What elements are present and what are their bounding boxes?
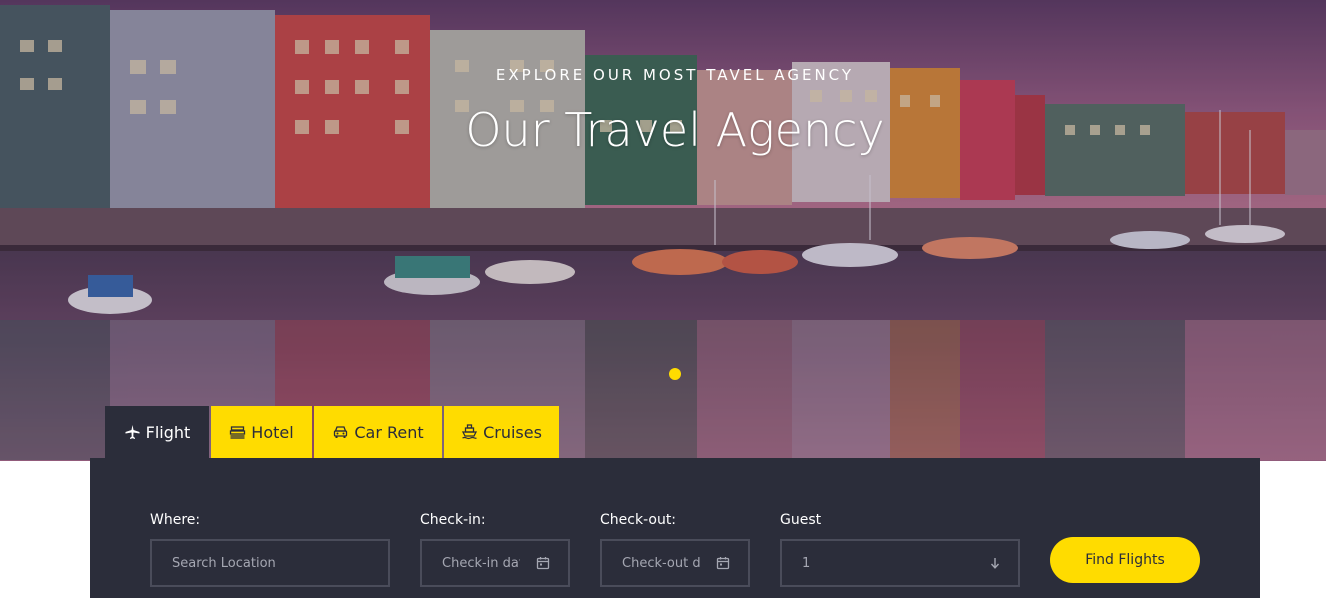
tab-car-rent-label: Car Rent — [354, 422, 424, 442]
guest-label: Guest — [780, 512, 822, 528]
tab-hotel[interactable]: Hotel — [211, 406, 312, 458]
arrow-down-icon — [990, 558, 1000, 569]
checkin-placeholder: Check-in date — [442, 555, 520, 571]
checkin-label: Check-in: — [420, 512, 486, 528]
calendar-icon — [716, 557, 730, 570]
find-flights-button[interactable]: Find Flights — [1050, 537, 1200, 583]
where-input[interactable]: Search Location — [150, 539, 390, 587]
ship-icon — [462, 424, 478, 440]
hotel-icon — [230, 426, 246, 439]
hero-eyebrow: EXPLORE OUR MOST TAVEL AGENCY — [495, 66, 855, 84]
calendar-icon — [536, 557, 550, 570]
airplane-icon — [125, 425, 140, 439]
tab-flight[interactable]: Flight — [105, 406, 209, 458]
tab-flight-label: Flight — [145, 422, 191, 442]
flight-search-panel: Where: Search Location Check-in: Check-i… — [90, 458, 1260, 598]
checkout-label: Check-out: — [600, 512, 677, 528]
checkin-input[interactable]: Check-in date — [420, 539, 570, 587]
guest-value: 1 — [802, 555, 811, 571]
tab-car-rent[interactable]: Car Rent — [314, 406, 442, 458]
tab-cruises[interactable]: Cruises — [444, 406, 559, 458]
hero-title: Our Travel Agency — [465, 103, 885, 157]
car-icon — [334, 426, 348, 438]
booking-tabs: Flight Hotel Car Rent Cruises — [105, 406, 561, 458]
checkout-placeholder: Check-out date — [622, 555, 700, 571]
hero-banner: EXPLORE OUR MOST TAVEL AGENCY Our Travel… — [0, 0, 1326, 461]
checkout-input[interactable]: Check-out date — [600, 539, 750, 587]
where-placeholder: Search Location — [172, 555, 276, 571]
tab-cruises-label: Cruises — [483, 422, 542, 442]
where-label: Where: — [150, 512, 201, 528]
slider-dot-active[interactable] — [669, 368, 681, 380]
tab-hotel-label: Hotel — [251, 422, 294, 442]
guest-select[interactable]: 1 — [780, 539, 1020, 587]
